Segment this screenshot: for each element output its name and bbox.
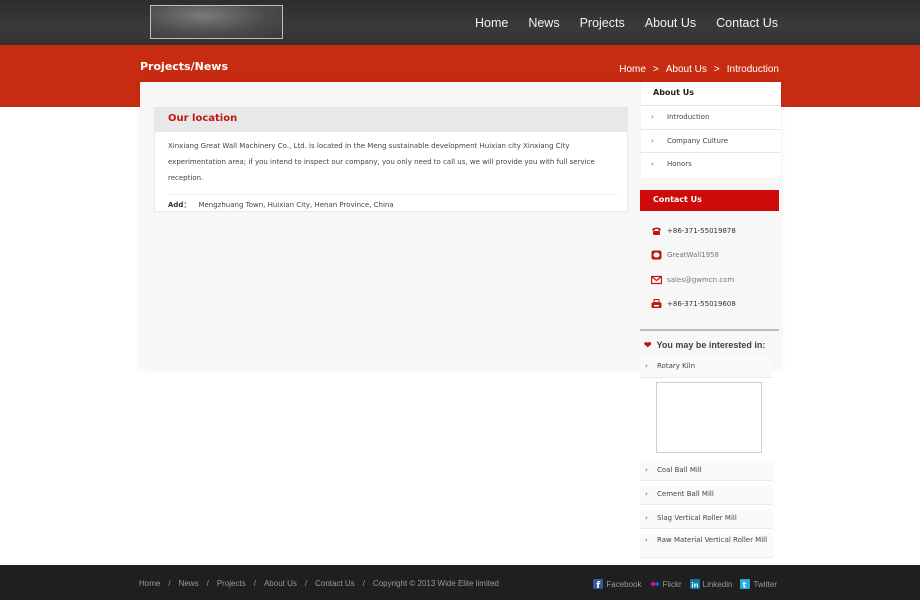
location-box: Our location Xinxiang Great Wall Machine… [154,107,628,212]
product-thumbnail[interactable] [656,382,762,453]
sidebar-item-honors[interactable]: › Honors [641,153,781,177]
contact-phone-text: +86-371-55019878 [667,227,736,235]
interest-item-cement-ball-mill[interactable]: › Cement Ball Mill [640,485,773,505]
chevron-right-icon: › [645,466,648,474]
interest-heading: You may be interested in: [656,340,766,350]
address-line: Add： Mengzhuang Town, Huixian City, Henan… [168,194,618,210]
footer-separator: / [253,579,256,588]
social-label: Facebook [606,579,642,589]
svg-text:f: f [597,581,601,589]
footer-nav-projects[interactable]: Projects [217,579,246,588]
chevron-right-icon: › [651,136,654,145]
social-twitter[interactable]: t Twitter [740,579,777,590]
breadcrumb-about-us[interactable]: About Us [666,64,707,75]
mail-icon [650,275,663,285]
chevron-right-icon: › [645,536,648,544]
breadcrumb-separator: > [713,64,720,75]
phone-icon [651,226,662,236]
chat-icon [651,250,662,260]
sidebar-item-company-culture[interactable]: › Company Culture [641,129,781,153]
chevron-right-icon: › [645,490,648,498]
contact-heading: Contact Us [640,190,779,211]
location-heading: Our location [168,113,238,124]
sidebar-item-introduction[interactable]: › Introduction [641,106,781,130]
social-label: Flickr [662,579,682,589]
sidebar-item-label: Company Culture [667,136,729,145]
sidebar-item-label: Introduction [667,113,710,121]
nav-contact-us[interactable]: Contact Us [716,16,778,30]
svg-text:t: t [743,581,747,590]
social-label: Twitter [753,579,777,589]
footer-nav-about-us[interactable]: About Us [264,579,297,588]
contact-email: sales@gwmcn.com [650,273,734,287]
contact-email-text[interactable]: sales@gwmcn.com [667,276,734,284]
contact-phone: +86-371-55019878 [651,224,736,238]
interest-item-label: Slag Vertical Roller Mill [657,514,737,522]
chevron-right-icon: › [645,362,648,370]
top-header: Home News Projects About Us Contact Us [0,0,920,45]
footer-nav: Home / News / Projects / About Us / Cont… [139,579,499,588]
nav-home[interactable]: Home [475,16,508,30]
location-heading-bar: Our location [155,108,627,132]
page: Home News Projects About Us Contact Us P… [0,0,920,600]
linkedin-icon: in [689,579,700,590]
interest-item-label: Raw Material Vertical Roller Mill [657,536,768,544]
social-label: Linkedin [702,579,733,589]
nav-projects[interactable]: Projects [580,16,625,30]
address-label: Add： [168,201,191,209]
interest-item-coal-ball-mill[interactable]: › Coal Ball Mill [640,461,773,481]
interest-item-label: Cement Ball Mill [657,490,714,498]
copyright-text: Copyright © 2013 Wide Elite limited [372,579,499,588]
chevron-right-icon: › [651,160,654,168]
contact-list: +86-371-55019878 GreatWall1958 sales@gwm… [640,212,779,329]
interest-section: ❤ You may be interested in: [640,329,779,353]
nav-news[interactable]: News [528,16,559,30]
contact-fax: +86-371-55019608 [651,297,736,311]
footer-nav-news[interactable]: News [179,579,199,588]
social-facebook[interactable]: f Facebook [593,579,642,591]
interest-item-slag-vertical-roller-mill[interactable]: › Slag Vertical Roller Mill [640,509,773,529]
flickr-icon [649,579,660,589]
interest-item-raw-material-vertical-roller-mill[interactable]: › Raw Material Vertical Roller Mill [640,533,773,558]
breadcrumb-current: Introduction [726,64,779,75]
social-linkedin[interactable]: in Linkedin [689,579,733,590]
fax-icon [651,299,662,309]
contact-chat-text: GreatWall1958 [667,251,719,259]
interest-item-rotary-kiln[interactable]: › Rotary Kiln [640,358,773,378]
nav-about-us[interactable]: About Us [645,16,696,30]
facebook-icon: f [593,579,604,591]
sidebar-about-heading: About Us [641,82,781,106]
social-links: f Facebook Flickr in Linkedin t Twitter [593,579,777,591]
breadcrumb-home[interactable]: Home [619,64,646,75]
interest-heading-row: ❤ You may be interested in: [640,331,779,353]
contact-fax-text: +86-371-55019608 [667,300,736,308]
interest-item-label: Coal Ball Mill [657,466,702,474]
footer-separator: / [304,579,308,588]
address-value: Mengzhuang Town, Huixian City, Henan Pro… [198,201,394,209]
main-nav: Home News Projects About Us Contact Us [455,0,778,45]
footer-separator: / [206,579,209,588]
site-logo[interactable] [150,5,283,39]
footer-separator: / [168,579,171,588]
svg-text:in: in [691,582,698,590]
twitter-icon: t [740,579,751,590]
section-title: Projects/News [140,60,228,73]
heart-icon: ❤ [644,339,652,350]
breadcrumb-separator: > [652,64,659,75]
contact-chat: GreatWall1958 [651,248,719,262]
footer-nav-contact-us[interactable]: Contact Us [315,579,355,588]
social-flickr[interactable]: Flickr [649,579,682,589]
chevron-right-icon: › [651,113,654,121]
footer-nav-home[interactable]: Home [139,579,160,588]
chevron-right-icon: › [645,514,648,522]
sidebar-about: About Us › Introduction › Company Culture … [641,82,781,177]
sidebar-item-label: Honors [667,160,692,168]
interest-item-label: Rotary Kiln [657,362,696,370]
location-description: Xinxiang Great Wall Machinery Co., Ltd. … [168,142,595,182]
breadcrumb: Home > About Us > Introduction [619,64,779,75]
footer-separator: / [362,579,365,588]
